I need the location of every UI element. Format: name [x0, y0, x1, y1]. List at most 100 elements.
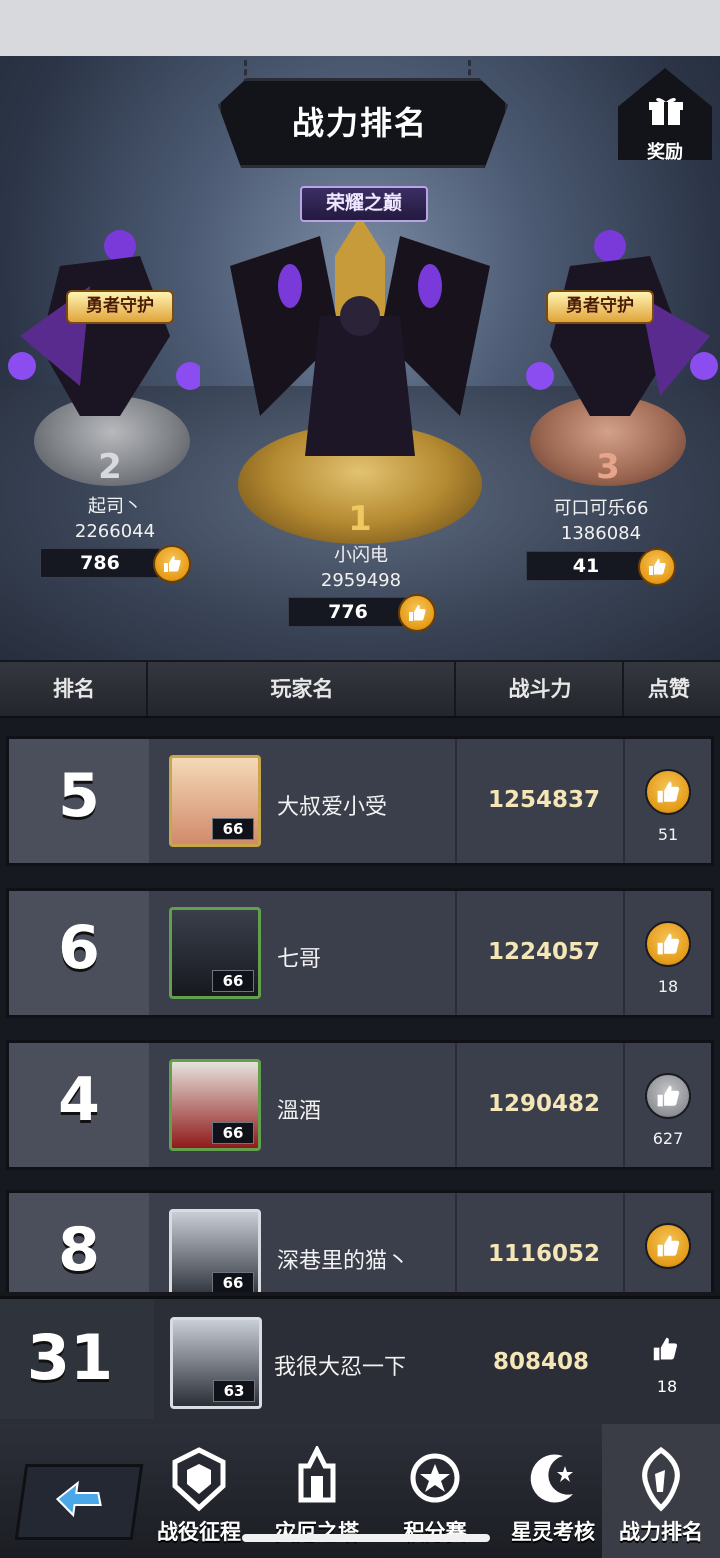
table-row[interactable]: 6 66 七哥 1224057 18: [6, 888, 714, 1018]
guardian-badge-3: 勇者守护: [546, 290, 654, 324]
player-power: 1290482: [487, 1091, 601, 1117]
my-rank-number: 31: [26, 1321, 114, 1394]
player-name: 大叔爱小受: [277, 795, 388, 820]
column-divider: [455, 891, 457, 1015]
like-count: 627: [652, 1129, 684, 1148]
header-player-name: 玩家名: [270, 677, 334, 701]
podium-name-2: 起司丶: [88, 496, 142, 517]
column-divider: [455, 739, 457, 863]
player-name: 七哥: [277, 947, 322, 972]
thumbs-up-icon: [164, 556, 181, 572]
tower-icon: [298, 1446, 336, 1503]
nav-item-star-exam[interactable]: 星灵考核: [494, 1424, 612, 1558]
column-divider: [455, 1043, 457, 1167]
podium-likes-count-1: 776: [328, 601, 368, 623]
guardian-badge-2: 勇者守护: [66, 290, 174, 324]
player-name: 溫酒: [277, 1099, 322, 1124]
table-row[interactable]: 5 66 大叔爱小受 1254837 51: [6, 736, 714, 866]
back-button[interactable]: [14, 1464, 144, 1540]
like-count: 18: [657, 977, 679, 996]
gift-icon: [649, 97, 683, 125]
header-power: 战斗力: [508, 677, 572, 701]
podium-likes-3: 41: [526, 551, 646, 581]
column-divider: [455, 1193, 457, 1292]
avatar[interactable]: 66: [169, 1059, 261, 1151]
rank-number: 6: [58, 913, 100, 983]
level-badge: 63: [213, 1380, 255, 1402]
thumbs-up-icon: [657, 781, 680, 803]
header-rank: 排名: [53, 677, 95, 701]
level-badge: 66: [212, 1122, 254, 1144]
podium-likes-count-3: 41: [572, 555, 600, 577]
thumbs-up-icon: [657, 1085, 680, 1107]
level-badge: 66: [212, 1272, 254, 1292]
thumbs-up-icon: [657, 933, 680, 955]
my-player-name: 我很大忍一下: [274, 1355, 407, 1380]
podium-name-3: 可口可乐66: [553, 498, 649, 519]
podium-rank-badge-1: 1: [348, 499, 372, 539]
home-indicator[interactable]: [242, 1534, 490, 1542]
rank-number: 4: [58, 1065, 100, 1135]
star-emblem-icon: [410, 1453, 460, 1503]
hero-figure-1: [230, 216, 490, 456]
podium-likes-2: 786: [40, 548, 160, 578]
rank-number: 5: [58, 761, 100, 831]
column-divider: [620, 1299, 622, 1419]
level-badge: 66: [212, 818, 254, 840]
page-title: 战力排名: [291, 104, 428, 142]
player-name: 深巷里的猫丶: [277, 1249, 410, 1274]
podium-power-3: 1386084: [560, 523, 642, 544]
podium-name-1: 小闪电: [334, 545, 388, 566]
moon-star-icon: [530, 1454, 573, 1503]
podium-rank-badge-2: 2: [98, 447, 122, 487]
thumbs-up-icon: [409, 605, 426, 621]
table-row[interactable]: 4 66 溫酒 1290482 627: [6, 1040, 714, 1170]
nav-item-power-ranking[interactable]: 战力排名: [602, 1424, 720, 1558]
nav-item-campaign[interactable]: 战役征程: [140, 1424, 258, 1558]
podium-like-button-2[interactable]: [153, 545, 191, 583]
thumbs-up-icon: [657, 1235, 680, 1257]
like-cell: 18: [625, 891, 711, 1015]
avatar[interactable]: 66: [169, 755, 261, 847]
avatar[interactable]: 66: [169, 907, 261, 999]
glory-badge: 荣耀之巅: [300, 186, 428, 222]
like-cell: 627: [625, 1043, 711, 1167]
back-arrow-icon: [55, 1480, 102, 1518]
like-button[interactable]: [645, 1223, 691, 1269]
level-badge: 66: [212, 970, 254, 992]
my-like-count: 18: [656, 1377, 678, 1396]
nav-label: 星灵考核: [511, 1520, 595, 1544]
thumbs-up-icon: [649, 559, 666, 575]
nav-label: 战力排名: [619, 1520, 703, 1544]
podium-like-button-3[interactable]: [638, 548, 676, 586]
my-avatar[interactable]: 63: [170, 1317, 262, 1409]
ranking-emblem-icon: [642, 1446, 680, 1512]
like-cell: [625, 1193, 711, 1292]
thumbs-up-icon: [653, 1337, 678, 1361]
status-bar-area: [0, 0, 720, 56]
ranking-list[interactable]: 5 66 大叔爱小受 1254837 51 6 66 七哥 1224057 18: [0, 718, 720, 1292]
player-power: 1116052: [487, 1241, 601, 1267]
podium-rank-badge-3: 3: [596, 447, 620, 487]
podium-like-button-1[interactable]: [398, 594, 436, 632]
shield-icon: [172, 1447, 226, 1512]
column-divider: [452, 1299, 454, 1419]
ranking-table-header: 排名 玩家名 战斗力 点赞: [0, 662, 720, 719]
avatar[interactable]: 66: [169, 1209, 261, 1292]
like-button[interactable]: [645, 769, 691, 815]
podium-power-1: 2959498: [320, 570, 402, 591]
player-power: 1224057: [487, 939, 601, 965]
like-button[interactable]: [645, 921, 691, 967]
nav-label: 战役征程: [157, 1520, 241, 1544]
like-button-liked[interactable]: [645, 1073, 691, 1119]
rank-number: 8: [58, 1215, 100, 1285]
header-likes: 点赞: [648, 677, 690, 701]
table-row[interactable]: 8 66 深巷里的猫丶 1116052: [6, 1190, 714, 1292]
like-cell: 51: [625, 739, 711, 863]
reward-label: 奖励: [647, 142, 683, 163]
my-player-power: 808408: [492, 1349, 590, 1375]
podium-likes-1: 776: [288, 597, 408, 627]
player-power: 1254837: [487, 787, 601, 813]
like-count: 51: [657, 825, 679, 844]
podium-power-2: 2266044: [74, 521, 156, 542]
